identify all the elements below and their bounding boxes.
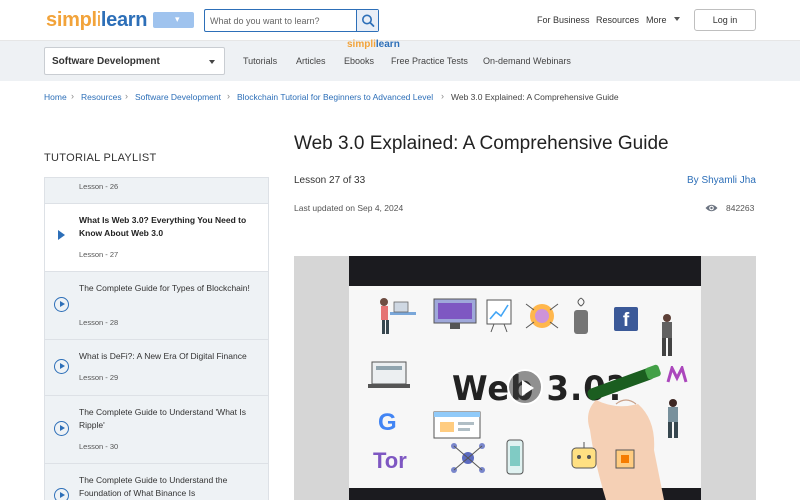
all-courses-dropdown[interactable]: ▾ <box>153 12 194 28</box>
playlist-item-lesson: Lesson - 30 <box>79 442 119 451</box>
person-standing-illustration <box>662 314 672 356</box>
playlist-item-lesson: Lesson - 28 <box>79 318 119 327</box>
play-arrow-icon <box>58 230 65 240</box>
chevron-right-icon: › <box>71 91 74 101</box>
last-updated: Last updated on Sep 4, 2024 <box>294 203 404 213</box>
playlist-item-lesson: Lesson - 26 <box>79 182 119 191</box>
chart-board-illustration <box>486 299 512 333</box>
brain-network-illustration <box>525 303 559 329</box>
tab-articles[interactable]: Articles <box>296 56 326 66</box>
search-icon <box>362 14 375 27</box>
person-at-desk-illustration <box>380 298 416 334</box>
nav-for-business[interactable]: For Business <box>537 15 590 25</box>
top-header: simplilearn ▾ For Business Resources Mor… <box>0 0 800 41</box>
page-title: Web 3.0 Explained: A Comprehensive Guide <box>294 133 669 154</box>
laptop-illustration <box>368 361 410 388</box>
sub-navigation: Software Development Tutorials Articles … <box>0 41 800 81</box>
network-nodes-illustration <box>451 443 485 473</box>
video-simplilearn-logo: simplilearn <box>347 39 400 50</box>
login-button[interactable]: Log in <box>694 9 756 31</box>
video-logo-learn: learn <box>375 39 400 50</box>
nav-resources[interactable]: Resources <box>596 15 639 25</box>
category-select-value: Software Development <box>52 56 160 67</box>
view-count: 842263 <box>726 203 755 213</box>
logo-simpl: simpl <box>46 9 97 31</box>
search-box <box>204 9 379 32</box>
chevron-down-icon: ▾ <box>175 14 180 24</box>
person-walking-illustration <box>668 399 678 438</box>
playlist-item-lesson: Lesson - 27 <box>79 250 119 259</box>
playlist-item-title: The Complete Guide to Understand the Fou… <box>79 475 228 498</box>
tab-on-demand-webinars[interactable]: On-demand Webinars <box>483 56 571 66</box>
tor-icon: Tor <box>373 448 407 473</box>
chevron-right-icon: › <box>125 91 128 101</box>
breadcrumb-software-development[interactable]: Software Development <box>135 92 221 102</box>
m-brand-icon <box>666 366 688 383</box>
video-play-button[interactable] <box>507 369 543 405</box>
monitor-illustration <box>433 298 477 329</box>
author-link[interactable]: By Shyamli Jha <box>687 175 756 186</box>
logo-learn: learn <box>100 9 148 31</box>
breadcrumb-resources[interactable]: Resources <box>81 92 122 102</box>
lesson-number: Lesson 27 of 33 <box>294 175 366 186</box>
play-circle-icon <box>54 488 69 500</box>
playlist-item[interactable]: The Complete Guide to Understand 'What I… <box>45 395 268 463</box>
playlist-item-lesson: Lesson - 29 <box>79 373 119 382</box>
search-button[interactable] <box>356 10 378 31</box>
play-circle-icon <box>54 359 69 374</box>
nav-more[interactable]: More <box>646 15 667 25</box>
playlist-item-title: The Complete Guide to Understand 'What I… <box>79 407 246 430</box>
phone-illustration <box>506 439 524 475</box>
ai-chip-illustration <box>615 449 635 469</box>
playlist-item[interactable]: What is DeFi?: A New Era Of Digital Fina… <box>45 339 268 395</box>
play-circle-icon <box>54 297 69 312</box>
page: simplilearn ▾ For Business Resources Mor… <box>0 0 800 500</box>
playlist-item-active[interactable]: What Is Web 3.0? Everything You Need to … <box>45 203 268 271</box>
breadcrumb-current: Web 3.0 Explained: A Comprehensive Guide <box>451 92 619 102</box>
play-circle-icon <box>54 421 69 436</box>
chatbot-illustration <box>571 442 597 469</box>
video-letterbox-right <box>701 256 756 500</box>
category-select[interactable]: Software Development <box>44 47 225 75</box>
breadcrumb-blockchain-tutorial[interactable]: Blockchain Tutorial for Beginners to Adv… <box>237 92 433 102</box>
tab-ebooks[interactable]: Ebooks <box>344 56 374 66</box>
search-input[interactable] <box>205 10 358 31</box>
simplilearn-logo[interactable]: simplilearn <box>46 9 148 32</box>
playlist-item[interactable]: The Complete Guide to Understand the Fou… <box>45 463 268 500</box>
caret-down-icon <box>209 60 215 64</box>
facebook-icon: f <box>614 307 638 331</box>
playlist-item[interactable]: Lesson - 26 <box>45 177 268 203</box>
playlist-title: TUTORIAL PLAYLIST <box>44 152 157 164</box>
eye-icon <box>705 204 718 212</box>
tab-tutorials[interactable]: Tutorials <box>243 56 277 66</box>
playlist-item-title: What Is Web 3.0? Everything You Need to … <box>79 215 247 238</box>
chevron-right-icon: › <box>441 91 444 101</box>
playlist-item[interactable]: The Complete Guide for Types of Blockcha… <box>45 271 268 339</box>
breadcrumb-home[interactable]: Home <box>44 92 67 102</box>
playlist-item-title: What is DeFi?: A New Era Of Digital Fina… <box>79 351 247 361</box>
video-letterbox-top <box>349 256 701 286</box>
google-icon: G <box>378 409 397 436</box>
caret-down-icon <box>674 17 680 21</box>
smart-speaker-illustration <box>574 297 588 334</box>
video-logo-simpl: simpl <box>347 39 374 50</box>
chevron-right-icon: › <box>227 91 230 101</box>
playlist-item-title: The Complete Guide for Types of Blockcha… <box>79 283 250 293</box>
browser-window-illustration <box>433 411 481 439</box>
tutorial-playlist: Lesson - 26 What Is Web 3.0? Everything … <box>44 177 269 500</box>
video-letterbox-left <box>294 256 349 500</box>
tab-free-practice-tests[interactable]: Free Practice Tests <box>391 56 468 66</box>
